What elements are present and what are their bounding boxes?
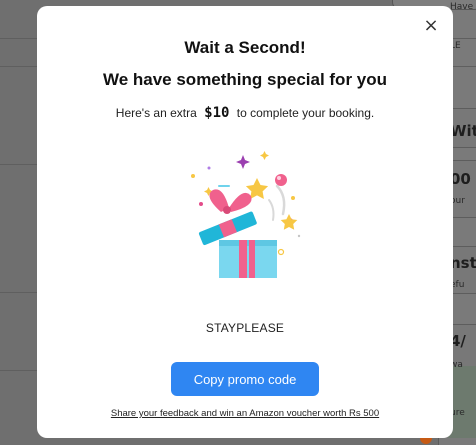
confetti-streamer [268,199,275,221]
modal-title: Wait a Second! [184,38,306,57]
background-text: 00 [450,170,471,188]
gift-bow [229,192,252,212]
confetti-dot [207,166,211,170]
gift-ribbon [249,240,255,278]
star-icon [280,214,298,230]
offer-description: Here's an extra $10 to complete your boo… [37,105,453,121]
offer-prefix: Here's an extra [115,106,197,120]
feedback-link[interactable]: Share your feedback and win an Amazon vo… [37,408,453,419]
confetti-dot [191,174,195,178]
promo-code-text: STAYPLEASE [205,321,285,335]
background-text: Wit [450,122,476,140]
close-icon[interactable]: × [421,16,441,36]
background-text: nst [450,254,476,272]
confetti-ring [277,248,285,256]
confetti-dot [291,196,295,200]
confetti-streamer [275,184,286,216]
offer-suffix: to complete your booking. [236,106,375,120]
gift-box-illustration [191,151,301,278]
sparkle-icon [236,155,250,169]
confetti-dot [199,202,203,206]
confetti-dot [297,234,301,238]
copy-promo-code-button[interactable]: Copy promo code [171,362,319,396]
gift-ribbon [239,240,247,278]
modal-heading: We have something special for you [102,70,388,89]
sparkle-icon [260,151,269,160]
promo-modal: × Wait a Second! We have something speci… [37,6,453,438]
balloon-shape [275,174,287,186]
background-text: Have opp [450,2,476,12]
offer-amount: $10 [204,105,230,121]
